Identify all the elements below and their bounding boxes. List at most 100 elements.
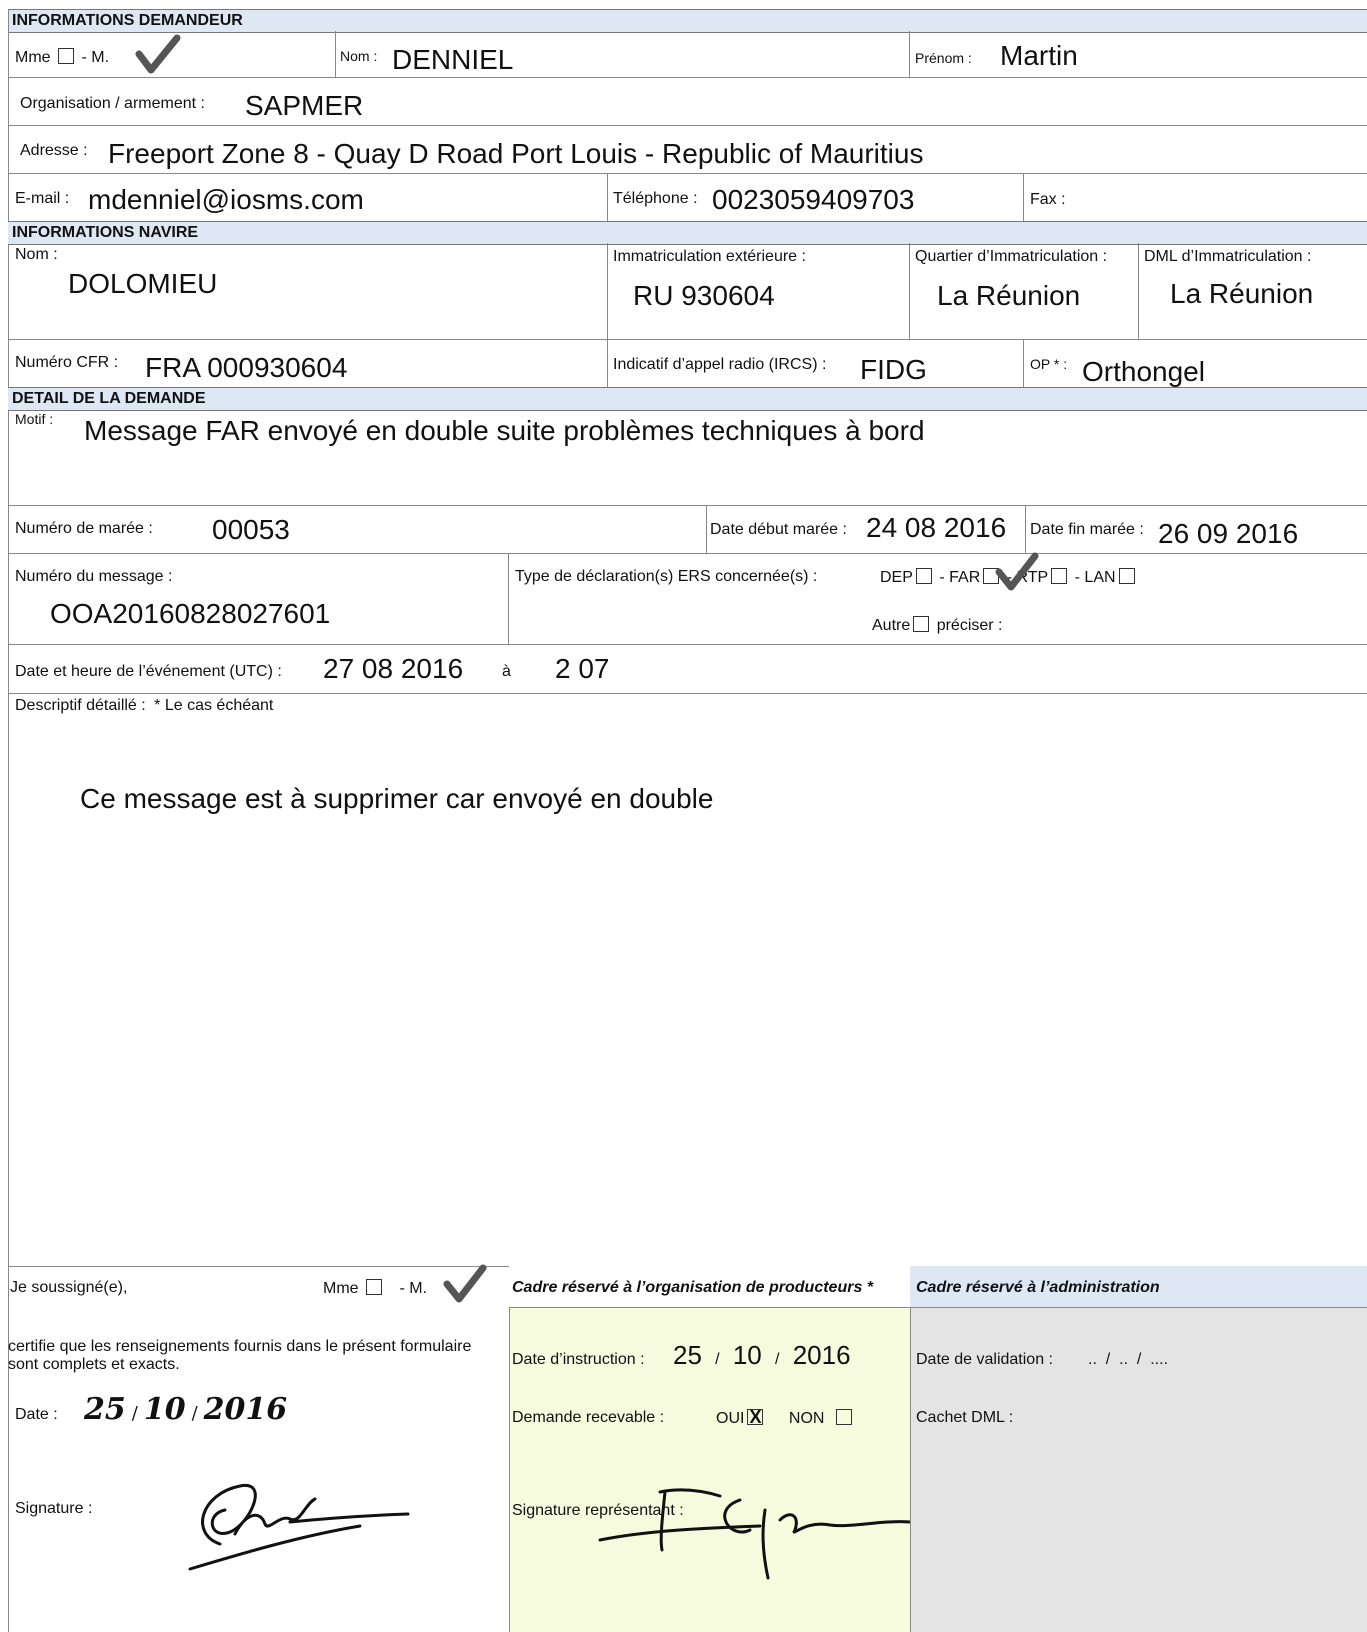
email-value[interactable]: mdenniel@iosms.com [88,184,364,216]
certif-date-year: 2016 [203,1392,288,1427]
dml-label: DML d’Immatriculation : [1144,248,1312,265]
autre-row: Autre préciser : [872,616,1003,635]
ircs-label: Indicatif d’appel radio (IRCS) : [613,356,827,373]
op-value[interactable]: Orthongel [1082,356,1205,388]
lan-label: - LAN [1074,569,1116,586]
descriptif-value[interactable]: Ce message est à supprimer car envoyé en… [80,783,713,815]
certif-signature-image [188,1484,410,1571]
cachet-label: Cachet DML : [916,1409,1014,1426]
certif-m-check-icon[interactable] [443,1264,487,1304]
prenom-label: Prénom : [915,50,972,66]
certif-date-value[interactable]: 25/10/2016 [84,1392,287,1427]
non-label: NON [788,1410,825,1427]
instruction-day: 25 [673,1340,702,1370]
immat-ext-label: Immatriculation extérieure : [613,248,806,265]
validation-label: Date de validation : [916,1351,1053,1368]
event-time-value[interactable]: 2 07 [555,653,610,685]
fax-label: Fax : [1030,191,1066,208]
cfr-value[interactable]: FRA 000930604 [145,352,347,384]
section-header-demandeur: INFORMATIONS DEMANDEUR [8,9,1367,33]
certif-mme-checkbox[interactable] [366,1279,383,1295]
instruction-year: 2016 [792,1340,851,1370]
nom-value[interactable]: DENNIEL [392,44,513,76]
recevable-options: OUI NON [716,1407,855,1428]
telephone-label: Téléphone : [613,190,698,207]
certif-signature-label: Signature : [15,1500,93,1517]
certif-date-month: 10 [143,1392,186,1427]
certif-m-label: - M. [399,1280,428,1297]
maree-label: Numéro de marée : [15,520,153,537]
section-title: DETAIL DE LA DEMANDE [12,390,206,407]
non-checkbox[interactable] [836,1409,853,1425]
soussigne-label: Je soussigné(e), [10,1279,128,1296]
oui-label: OUI [716,1410,745,1427]
certif-title-options: Mme - M. [323,1279,427,1298]
dep-checkbox[interactable] [915,568,932,584]
instruction-month: 10 [732,1340,762,1370]
m-check-icon[interactable] [135,34,181,74]
recevable-label: Demande recevable : [512,1409,665,1426]
section-title: INFORMATIONS DEMANDEUR [12,12,243,29]
event-a-label: à [502,663,511,680]
ircs-value[interactable]: FIDG [860,354,927,386]
debut-label: Date début marée : [710,521,847,538]
mme-checkbox[interactable] [58,48,75,64]
fin-value[interactable]: 26 09 2016 [1158,518,1298,550]
instruction-label: Date d’instruction : [512,1351,645,1368]
dml-value[interactable]: La Réunion [1170,278,1313,310]
quartier-value[interactable]: La Réunion [937,280,1080,312]
debut-value[interactable]: 24 08 2016 [866,512,1006,544]
m-label: - M. [81,49,110,66]
cas-label: * Le cas échéant [154,697,274,714]
fin-label: Date fin marée : [1030,521,1144,538]
section-title: INFORMATIONS NAVIRE [12,224,199,241]
adresse-value[interactable]: Freeport Zone 8 - Quay D Road Port Louis… [108,138,923,170]
op-title: Cadre réservé à l’organisation de produc… [512,1279,874,1296]
admin-title: Cadre réservé à l’administration [916,1279,1160,1296]
title-options: Mme - M. [15,48,109,67]
maree-value[interactable]: 00053 [212,514,290,546]
section-header-demande: DETAIL DE LA DEMANDE [8,387,1367,411]
certif-date-day: 25 [84,1392,126,1427]
telephone-value[interactable]: 0023059409703 [712,184,914,216]
descriptif-title: Descriptif détaillé : [15,697,146,714]
autre-label: Autre [872,617,911,634]
section-header-navire: INFORMATIONS NAVIRE [8,221,1367,245]
far-label: - FAR [939,569,981,586]
email-label: E-mail : [15,190,70,207]
certif-mme-label: Mme [323,1280,359,1297]
instruction-value[interactable]: 25 / 10 / 2016 [673,1340,851,1371]
motif-value[interactable]: Message FAR envoyé en double suite probl… [84,415,925,447]
certif-date-label: Date : [15,1406,58,1423]
autre-checkbox[interactable] [913,616,930,632]
op-signature-image [598,1488,910,1580]
adresse-label: Adresse : [20,142,88,159]
preciser-label: préciser : [936,617,1003,634]
type-label: Type de déclaration(s) ERS concernée(s) … [515,568,818,585]
validation-value[interactable]: .. / .. / .... [1088,1351,1168,1369]
far-check-icon [995,552,1039,591]
message-value[interactable]: OOA20160828027601 [50,598,330,630]
organisation-value[interactable]: SAPMER [245,90,363,122]
organisation-label: Organisation / armement : [20,95,205,112]
oui-checkbox[interactable] [747,1407,764,1428]
immat-ext-value[interactable]: RU 930604 [633,280,775,312]
rtp-checkbox[interactable] [1051,568,1068,584]
navire-nom-label: Nom : [15,246,58,263]
descriptif-label: Descriptif détaillé : * Le cas échéant [15,697,273,715]
navire-nom-value[interactable]: DOLOMIEU [68,268,217,300]
mme-label: Mme [15,49,51,66]
dep-label: DEP [880,569,913,586]
nom-label: Nom : [340,48,378,64]
event-date-value[interactable]: 27 08 2016 [323,653,463,685]
motif-label: Motif : [15,411,54,427]
message-label: Numéro du message : [15,568,173,585]
admin-frame [910,1266,1367,1632]
op-label: OP * : [1030,356,1068,372]
certif-text: certifie que les renseignements fournis … [8,1338,472,1373]
lan-checkbox[interactable] [1118,568,1135,584]
quartier-label: Quartier d’Immatriculation : [915,248,1108,265]
prenom-value[interactable]: Martin [1000,40,1078,72]
cfr-label: Numéro CFR : [15,354,119,371]
event-label: Date et heure de l’événement (UTC) : [15,663,282,680]
